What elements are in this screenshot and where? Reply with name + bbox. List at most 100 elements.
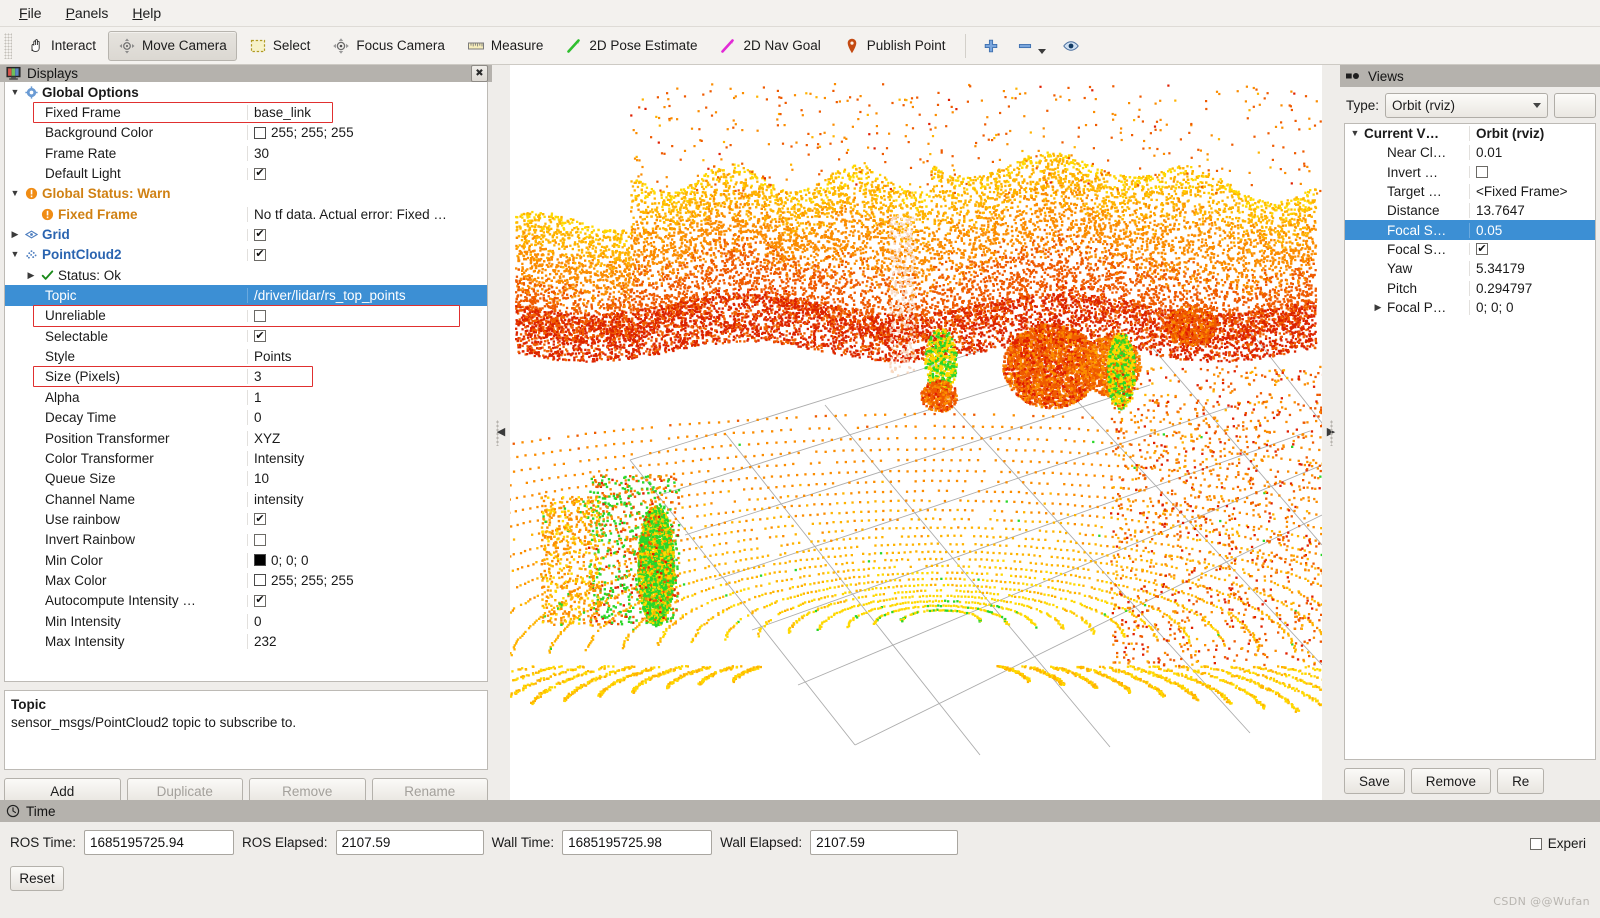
property-value-cell[interactable]: XYZ (247, 431, 487, 446)
property-checkbox[interactable] (254, 310, 266, 322)
display-property-row[interactable]: Min Intensity 0 (5, 611, 487, 631)
view-property-row[interactable]: Focal S… 0.05 (1345, 220, 1595, 239)
display-property-row[interactable]: Invert Rainbow (5, 530, 487, 550)
display-property-row[interactable]: ▼ PointCloud2 ✔ (5, 245, 487, 265)
view-property-value-cell[interactable]: Orbit (rviz) (1469, 126, 1595, 141)
display-property-row[interactable]: ▶ Grid ✔ (5, 224, 487, 244)
close-icon[interactable]: ✖ (471, 65, 488, 82)
property-value-cell[interactable]: ✔ (247, 595, 487, 607)
display-property-row[interactable]: ▼ Global Status: Warn (5, 184, 487, 204)
tool-remove-minus[interactable] (1009, 31, 1053, 61)
views-property-tree[interactable]: ▼ Current V… Orbit (rviz) Near Cl… 0.01 Inver… (1344, 123, 1596, 760)
toolbar-grip[interactable] (4, 33, 12, 59)
time-field-input[interactable]: 2107.59 (336, 830, 484, 855)
experimental-toggle[interactable]: Experi (1530, 836, 1586, 851)
view-property-value-cell[interactable]: ✔ (1469, 243, 1595, 255)
re-view-button[interactable]: Re (1497, 768, 1544, 794)
view-property-row[interactable]: Invert … (1345, 163, 1595, 182)
display-property-row[interactable]: Max Intensity 232 (5, 631, 487, 651)
view-property-value-cell[interactable]: 0.01 (1469, 145, 1595, 160)
display-property-row[interactable]: Channel Name intensity (5, 489, 487, 509)
display-property-row[interactable]: Queue Size 10 (5, 469, 487, 489)
tool-visibility-eye[interactable] (1055, 31, 1087, 61)
property-value-cell[interactable]: base_link (247, 105, 487, 120)
view-property-value-cell[interactable]: 0.05 (1469, 223, 1595, 238)
view-type-extra-button[interactable] (1554, 93, 1596, 118)
twisty-expanded-icon[interactable]: ▼ (9, 189, 21, 198)
twisty-collapsed-icon[interactable]: ▶ (25, 271, 37, 280)
display-property-row[interactable]: Use rainbow ✔ (5, 509, 487, 529)
property-checkbox[interactable]: ✔ (254, 513, 266, 525)
time-field-input[interactable]: 1685195725.98 (562, 830, 712, 855)
view-property-value-cell[interactable]: 13.7647 (1469, 203, 1595, 218)
property-value-cell[interactable]: 0 (247, 410, 487, 425)
tool-interact[interactable]: Interact (17, 31, 106, 61)
property-checkbox[interactable]: ✔ (254, 168, 266, 180)
tool-select[interactable]: Select (239, 31, 321, 61)
display-property-row[interactable]: Topic/driver/lidar/rs_top_points (5, 285, 487, 305)
remove-view-button[interactable]: Remove (1411, 768, 1491, 794)
menu-file[interactable]: File (8, 2, 53, 24)
view-property-checkbox[interactable] (1476, 166, 1488, 178)
display-property-row[interactable]: Autocompute Intensity … ✔ (5, 591, 487, 611)
twisty-collapsed-icon[interactable]: ▶ (1372, 303, 1384, 312)
color-swatch[interactable] (254, 127, 266, 139)
view-property-row[interactable]: Distance 13.7647 (1345, 201, 1595, 220)
view-property-checkbox[interactable]: ✔ (1476, 243, 1488, 255)
view-type-select[interactable]: Orbit (rviz) (1385, 93, 1548, 118)
property-value-cell[interactable]: ✔ (247, 168, 487, 180)
property-checkbox[interactable]: ✔ (254, 229, 266, 241)
property-value-cell[interactable]: Points (247, 349, 487, 364)
view-property-row[interactable]: Near Cl… 0.01 (1345, 143, 1595, 162)
property-checkbox[interactable]: ✔ (254, 249, 266, 261)
view-property-value-cell[interactable] (1469, 166, 1595, 178)
property-value-cell[interactable]: 255; 255; 255 (247, 125, 487, 140)
tool-measure[interactable]: Measure (457, 31, 554, 61)
render-viewport-3d[interactable] (510, 65, 1322, 800)
tool-publish-point[interactable]: Publish Point (833, 31, 956, 61)
property-checkbox[interactable]: ✔ (254, 330, 266, 342)
display-property-row[interactable]: Style Points (5, 346, 487, 366)
tool-move-camera[interactable]: Move Camera (108, 31, 237, 61)
time-field-input[interactable]: 2107.59 (810, 830, 958, 855)
displays-viewport-splitter[interactable]: ◀ (492, 65, 510, 800)
property-value-cell[interactable]: No tf data. Actual error: Fixed … (247, 207, 487, 222)
property-value-cell[interactable]: 1 (247, 390, 487, 405)
property-value-cell[interactable]: /driver/lidar/rs_top_points (247, 288, 487, 303)
display-property-row[interactable]: Default Light ✔ (5, 163, 487, 183)
view-property-value-cell[interactable]: 5.34179 (1469, 261, 1595, 276)
display-property-row[interactable]: Frame Rate 30 (5, 143, 487, 163)
experimental-checkbox[interactable] (1530, 838, 1542, 850)
tool-2d-nav-goal[interactable]: 2D Nav Goal (709, 31, 830, 61)
view-property-value-cell[interactable]: <Fixed Frame> (1469, 184, 1595, 199)
display-property-row[interactable]: Fixed Frame No tf data. Actual error: Fix… (5, 204, 487, 224)
property-value-cell[interactable]: ✔ (247, 513, 487, 525)
view-property-row[interactable]: ▶ Focal P… 0; 0; 0 (1345, 298, 1595, 317)
tool-add-plus[interactable] (975, 31, 1007, 61)
menu-help[interactable]: Help (121, 2, 172, 24)
property-checkbox[interactable]: ✔ (254, 595, 266, 607)
property-value-cell[interactable]: ✔ (247, 330, 487, 342)
time-field-input[interactable]: 1685195725.94 (84, 830, 234, 855)
property-value-cell[interactable]: 232 (247, 634, 487, 649)
tool-focus-camera[interactable]: Focus Camera (322, 31, 455, 61)
property-value-cell[interactable]: 10 (247, 471, 487, 486)
property-value-cell[interactable]: ✔ (247, 229, 487, 241)
display-property-row[interactable]: Fixed Frame base_link (5, 102, 487, 122)
view-property-row[interactable]: Yaw 5.34179 (1345, 259, 1595, 278)
reset-button[interactable]: Reset (10, 866, 64, 891)
save-view-button[interactable]: Save (1344, 768, 1405, 794)
property-value-cell[interactable]: 255; 255; 255 (247, 573, 487, 588)
property-value-cell[interactable] (247, 310, 487, 322)
display-property-row[interactable]: Unreliable (5, 306, 487, 326)
chevron-down-icon[interactable] (1038, 49, 1046, 54)
view-property-row[interactable]: Focal S… ✔ (1345, 240, 1595, 259)
property-value-cell[interactable] (247, 534, 487, 546)
twisty-collapsed-icon[interactable]: ▶ (9, 230, 21, 239)
view-property-row[interactable]: Target … <Fixed Frame> (1345, 182, 1595, 201)
property-value-cell[interactable]: Intensity (247, 451, 487, 466)
display-property-row[interactable]: Selectable ✔ (5, 326, 487, 346)
display-property-row[interactable]: Decay Time 0 (5, 408, 487, 428)
view-property-row[interactable]: ▼ Current V… Orbit (rviz) (1345, 124, 1595, 143)
viewport-views-splitter[interactable]: ▶ (1322, 65, 1340, 800)
